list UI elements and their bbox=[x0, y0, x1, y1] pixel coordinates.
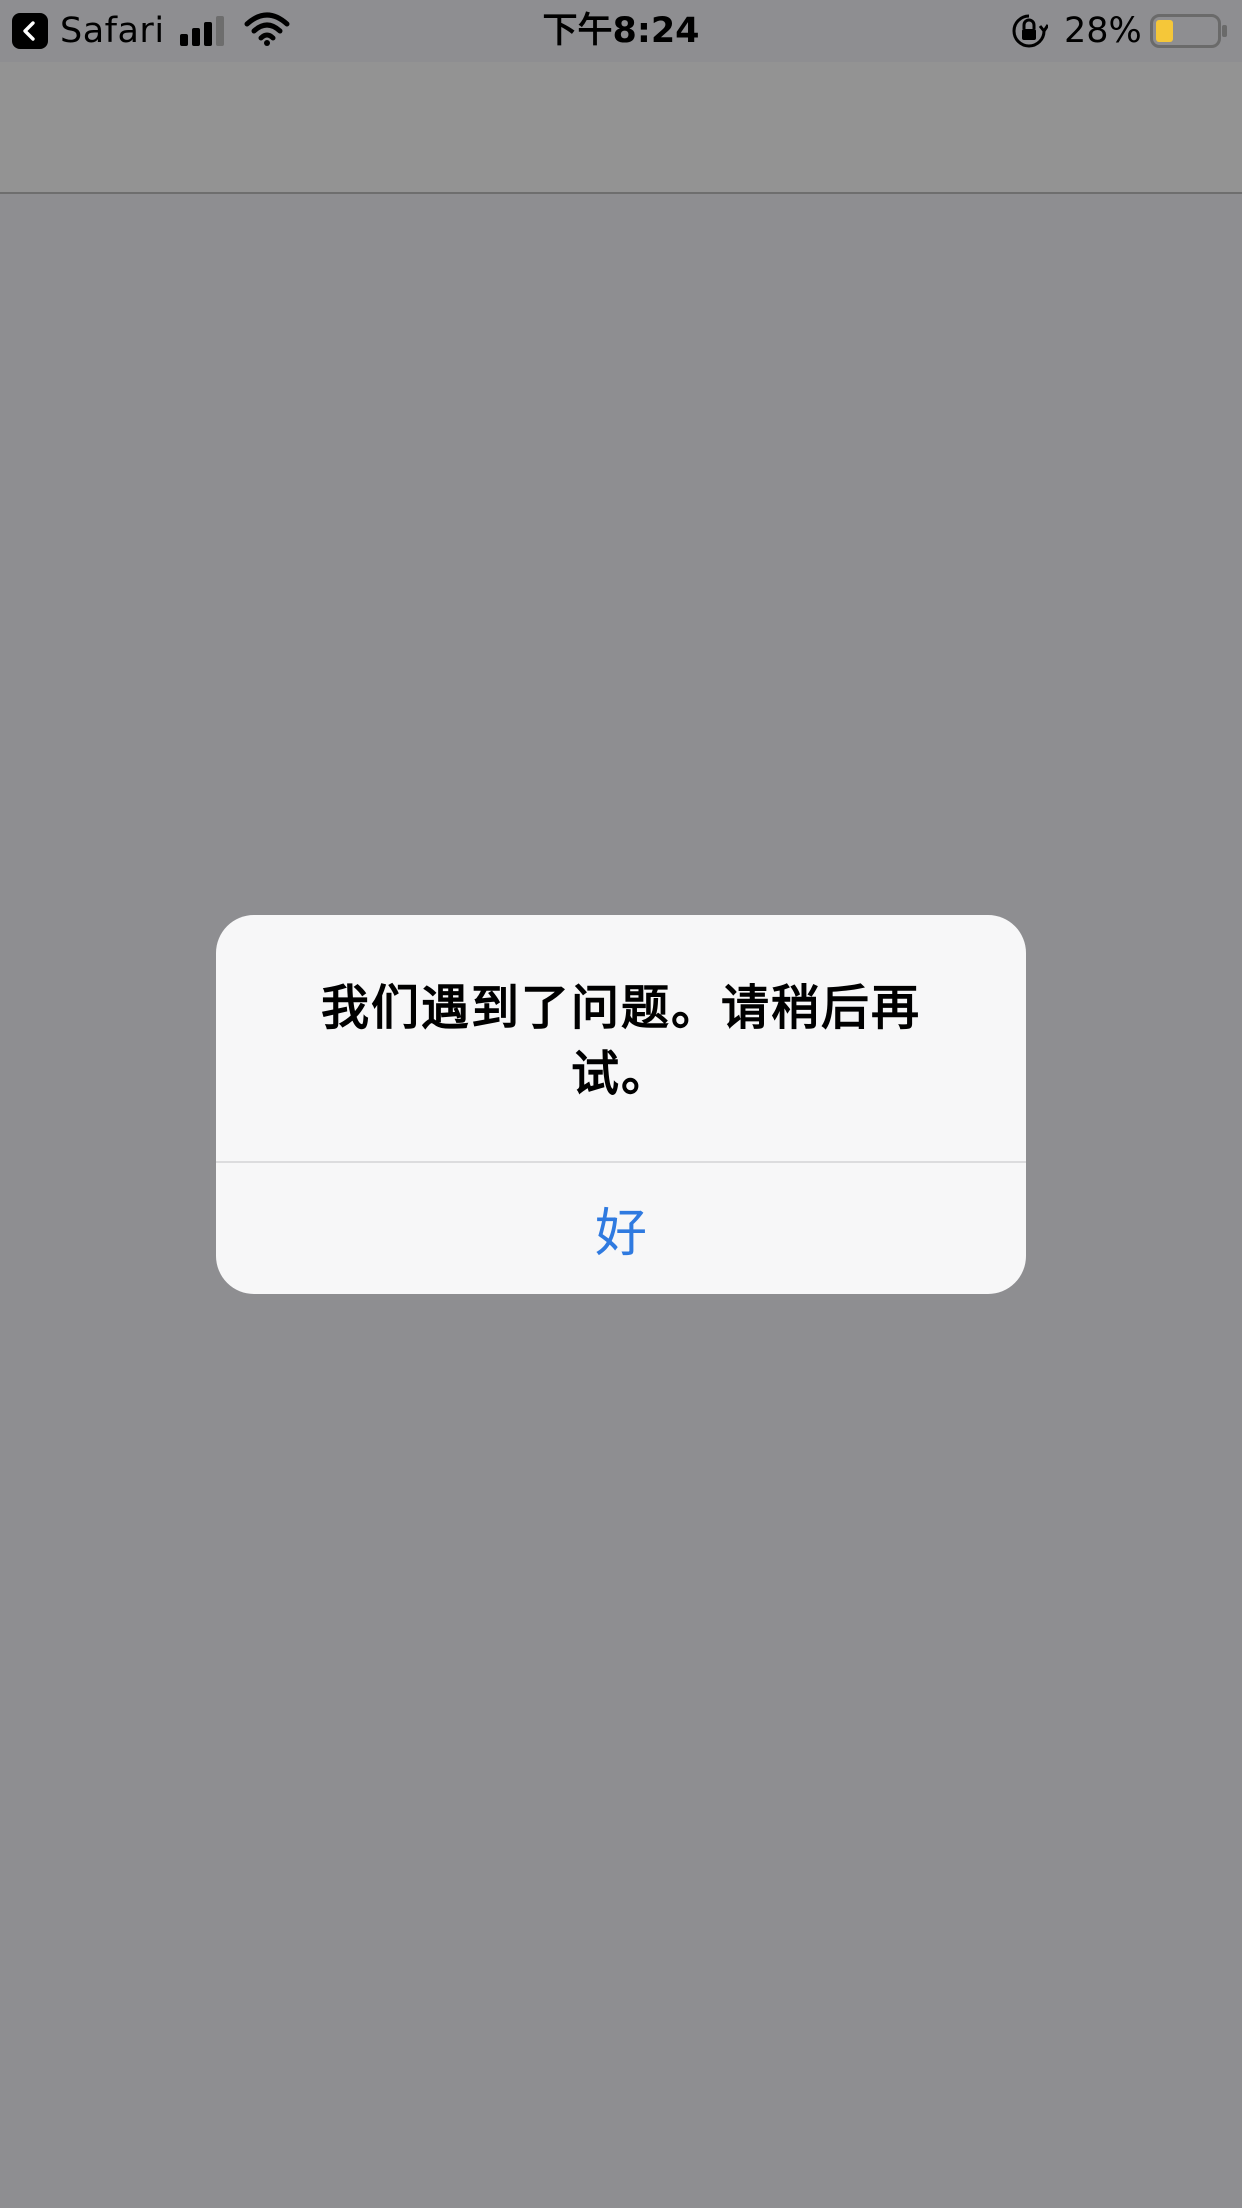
rotation-lock-icon bbox=[1012, 14, 1048, 48]
battery-icon bbox=[1150, 14, 1227, 48]
battery-fill bbox=[1156, 20, 1173, 42]
battery-percent: 28% bbox=[1064, 11, 1142, 51]
status-time: 下午8:24 bbox=[542, 11, 700, 51]
status-bar: Safari 下午8:24 28% bbox=[0, 0, 1242, 62]
navigation-bar bbox=[0, 62, 1242, 194]
alert-dialog: 我们遇到了问题。请稍后再试。 好 bbox=[216, 915, 1026, 1294]
alert-message: 我们遇到了问题。请稍后再试。 bbox=[320, 980, 921, 1102]
alert-ok-button[interactable]: 好 bbox=[216, 1163, 1026, 1294]
